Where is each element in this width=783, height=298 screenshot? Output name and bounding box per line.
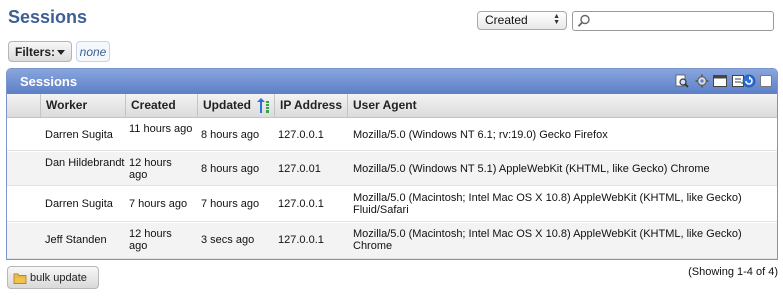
table-header: Worker Created Updated IP Address User A… [7,94,777,118]
cell-created: 7 hours ago [129,198,188,210]
cell-created: 11 hours ago [129,123,193,135]
refresh-icon[interactable] [742,74,756,88]
layout-icon[interactable] [713,74,727,88]
cell-ip-address: 127.0.0.1 [278,129,324,141]
chevron-down-icon [57,50,65,55]
column-user-agent[interactable]: User Agent [347,94,777,117]
table-row[interactable]: Darren Sugita 11 hours ago 8 hours ago 1… [7,119,777,151]
cell-ip-address: 127.0.0.1 [278,198,324,210]
select-all-checkbox[interactable] [760,75,772,87]
filters-button[interactable]: Filters: [8,41,72,62]
cell-user-agent: Mozilla/5.0 (Macintosh; Intel Mac OS X 1… [353,228,742,252]
table-row[interactable]: Jeff Standen 12 hours ago 3 secs ago 127… [7,223,777,259]
cell-ip-address: 127.0.01 [278,163,321,175]
filters-label: Filters: [15,45,56,59]
cell-user-agent: Mozilla/5.0 (Windows NT 5.1) AppleWebKit… [353,163,710,175]
panel-header: Sessions [7,69,777,94]
search-icon[interactable] [675,74,689,88]
cell-updated: 7 hours ago [201,198,260,210]
cell-user-agent: Mozilla/5.0 (Windows NT 6.1; rv:19.0) Ge… [353,129,608,141]
column-created[interactable]: Created [125,94,201,117]
sort-ascending-icon[interactable] [256,97,270,115]
cell-worker[interactable]: Dan Hildebrandt [45,157,125,169]
column-worker[interactable]: Worker [40,94,126,117]
search-icon [577,14,590,27]
folder-icon [13,273,27,284]
page-title: Sessions [8,7,88,27]
cell-updated: 8 hours ago [201,129,260,141]
select-arrows-icon: ▲ ▼ [553,13,560,26]
panel-title: Sessions [20,74,78,89]
cell-updated: 8 hours ago [201,163,260,175]
table-row[interactable]: Darren Sugita 7 hours ago 7 hours ago 12… [7,187,777,222]
cell-ip-address: 127.0.0.1 [278,234,324,246]
column-ip-address[interactable]: IP Address [274,94,347,117]
gear-icon[interactable] [695,74,709,88]
table-row[interactable]: Dan Hildebrandt 12 hours ago 8 hours ago… [7,152,777,186]
sessions-panel: Sessions Worker Created Updated IP Addre… [6,68,778,260]
search-input[interactable] [593,13,769,29]
bulk-update-button[interactable]: bulk update [7,266,99,289]
sort-select[interactable]: Created ▲ ▼ [477,11,567,30]
cell-user-agent: Mozilla/5.0 (Macintosh; Intel Mac OS X 1… [353,192,742,216]
column-updated-label: Updated [203,98,251,112]
cell-worker[interactable]: Darren Sugita [45,198,129,210]
search-box[interactable] [572,11,774,31]
cell-created: 12 hours ago [129,228,172,252]
bulk-update-label: bulk update [30,272,87,284]
cell-worker[interactable]: Darren Sugita [45,129,127,141]
cell-worker[interactable]: Jeff Standen [45,234,129,246]
filter-none-link[interactable]: none [76,41,110,62]
sort-select-value: Created [485,13,528,27]
pagination-status: (Showing 1-4 of 4) [688,266,778,278]
cell-created: 12 hours ago [129,157,172,181]
cell-updated: 3 secs ago [201,234,255,246]
